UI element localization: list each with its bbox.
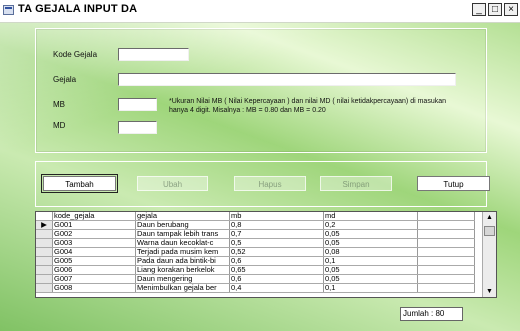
table-row[interactable]: G007 Daun mengering 0,6 0,05 xyxy=(36,274,475,284)
jumlah-field: Jumlah : 80 xyxy=(400,307,463,321)
column-header[interactable]: md xyxy=(323,212,418,221)
table-row[interactable]: G006 Liang korakan berkelok 0,65 0,05 xyxy=(36,265,475,275)
close-button[interactable]: × xyxy=(504,3,518,16)
kode-gejala-input[interactable] xyxy=(118,48,189,61)
row-selector[interactable] xyxy=(36,247,53,257)
cell-mb[interactable]: 0,6 xyxy=(229,274,324,284)
cell-kode[interactable]: G007 xyxy=(52,274,136,284)
cell-kode[interactable]: G008 xyxy=(52,283,136,293)
mb-input[interactable] xyxy=(118,98,157,111)
column-header[interactable]: gejala xyxy=(135,212,230,221)
window-title: TA GEJALA INPUT DA xyxy=(18,3,138,15)
header-row: kode_gejala gejala mb md xyxy=(36,212,475,221)
column-header[interactable]: kode_gejala xyxy=(52,212,136,221)
cell-gejala[interactable]: Menimbulkan gejala ber xyxy=(135,283,230,293)
cell-blank xyxy=(417,274,475,284)
cell-md[interactable]: 0,08 xyxy=(323,247,418,257)
window-icon xyxy=(3,5,14,15)
cell-md[interactable]: 0,05 xyxy=(323,274,418,284)
row-selector[interactable] xyxy=(36,238,53,248)
cell-mb[interactable]: 0,65 xyxy=(229,265,324,275)
cell-blank xyxy=(417,283,475,293)
hapus-button[interactable]: Hapus xyxy=(234,176,306,191)
blank-column-header xyxy=(417,212,475,221)
cell-gejala[interactable]: Liang korakan berkelok xyxy=(135,265,230,275)
cell-mb[interactable]: 0,8 xyxy=(229,220,324,230)
table-row[interactable]: ▶ G001 Daun berubang 0,8 0,2 xyxy=(36,220,475,230)
cell-mb[interactable]: 0,7 xyxy=(229,229,324,239)
cell-mb[interactable]: 0,4 xyxy=(229,283,324,293)
cell-blank xyxy=(417,256,475,266)
vertical-scrollbar[interactable]: ▲ ▼ xyxy=(482,212,496,297)
md-label: MD xyxy=(53,121,66,130)
row-selector[interactable] xyxy=(36,283,53,293)
minimize-button[interactable]: _ xyxy=(472,3,486,16)
table-row[interactable]: G002 Daun tampak lebih trans 0,7 0,05 xyxy=(36,229,475,239)
cell-md[interactable]: 0,1 xyxy=(323,283,418,293)
app-window: TA GEJALA INPUT DA _ □ × Kode Gejala Gej… xyxy=(0,0,520,331)
row-selector[interactable] xyxy=(36,265,53,275)
tutup-button[interactable]: Tutup xyxy=(417,176,490,191)
maximize-button[interactable]: □ xyxy=(488,3,502,16)
cell-mb[interactable]: 0,5 xyxy=(229,238,324,248)
table-row[interactable]: G003 Warna daun kecoklat-c 0,5 0,05 xyxy=(36,238,475,248)
gejala-input[interactable] xyxy=(118,73,456,86)
input-note: *Ukuran Nilai MB ( Nilai Kepercayaan ) d… xyxy=(169,98,447,114)
cell-gejala[interactable]: Daun berubang xyxy=(135,220,230,230)
row-pointer-icon: ▶ xyxy=(36,220,53,230)
cell-gejala[interactable]: Warna daun kecoklat-c xyxy=(135,238,230,248)
cell-md[interactable]: 0,05 xyxy=(323,238,418,248)
cell-md[interactable]: 0,05 xyxy=(323,265,418,275)
table-row[interactable]: G004 Terjadi pada musim kem 0,52 0,08 xyxy=(36,247,475,257)
row-selector[interactable] xyxy=(36,256,53,266)
tambah-button[interactable]: Tambah xyxy=(41,174,118,193)
cell-gejala[interactable]: Daun mengering xyxy=(135,274,230,284)
gejala-label: Gejala xyxy=(53,75,77,84)
grid-table: kode_gejala gejala mb md ▶ G001 Daun ber… xyxy=(36,212,475,293)
cell-kode[interactable]: G001 xyxy=(52,220,136,230)
table-row[interactable]: G008 Menimbulkan gejala ber 0,4 0,1 xyxy=(36,283,475,293)
cell-md[interactable]: 0,1 xyxy=(323,256,418,266)
simpan-button[interactable]: Simpan xyxy=(320,176,392,191)
cell-blank xyxy=(417,238,475,248)
cell-blank xyxy=(417,229,475,239)
table-row[interactable]: G005 Pada daun ada bintik-bi 0,6 0,1 xyxy=(36,256,475,266)
cell-mb[interactable]: 0,52 xyxy=(229,247,324,257)
cell-kode[interactable]: G004 xyxy=(52,247,136,257)
row-selector-header xyxy=(36,212,53,221)
scroll-up-icon[interactable]: ▲ xyxy=(483,212,496,223)
data-grid[interactable]: kode_gejala gejala mb md ▶ G001 Daun ber… xyxy=(35,211,497,298)
cell-mb[interactable]: 0,6 xyxy=(229,256,324,266)
scroll-thumb[interactable] xyxy=(484,226,495,236)
row-selector[interactable] xyxy=(36,229,53,239)
window-controls: _ □ × xyxy=(472,3,518,16)
kode-gejala-label: Kode Gejala xyxy=(53,50,98,59)
cell-md[interactable]: 0,05 xyxy=(323,229,418,239)
mb-label: MB xyxy=(53,100,65,109)
cell-kode[interactable]: G006 xyxy=(52,265,136,275)
cell-blank xyxy=(417,220,475,230)
column-header[interactable]: mb xyxy=(229,212,324,221)
cell-gejala[interactable]: Daun tampak lebih trans xyxy=(135,229,230,239)
cell-gejala[interactable]: Pada daun ada bintik-bi xyxy=(135,256,230,266)
cell-kode[interactable]: G005 xyxy=(52,256,136,266)
row-selector[interactable] xyxy=(36,274,53,284)
scroll-down-icon[interactable]: ▼ xyxy=(483,286,496,297)
cell-kode[interactable]: G002 xyxy=(52,229,136,239)
cell-blank xyxy=(417,265,475,275)
cell-kode[interactable]: G003 xyxy=(52,238,136,248)
ubah-button[interactable]: Ubah xyxy=(137,176,208,191)
cell-blank xyxy=(417,247,475,257)
input-frame xyxy=(35,28,487,153)
md-input[interactable] xyxy=(118,121,157,134)
cell-md[interactable]: 0,2 xyxy=(323,220,418,230)
cell-gejala[interactable]: Terjadi pada musim kem xyxy=(135,247,230,257)
title-bar: TA GEJALA INPUT DA _ □ × xyxy=(0,0,520,23)
